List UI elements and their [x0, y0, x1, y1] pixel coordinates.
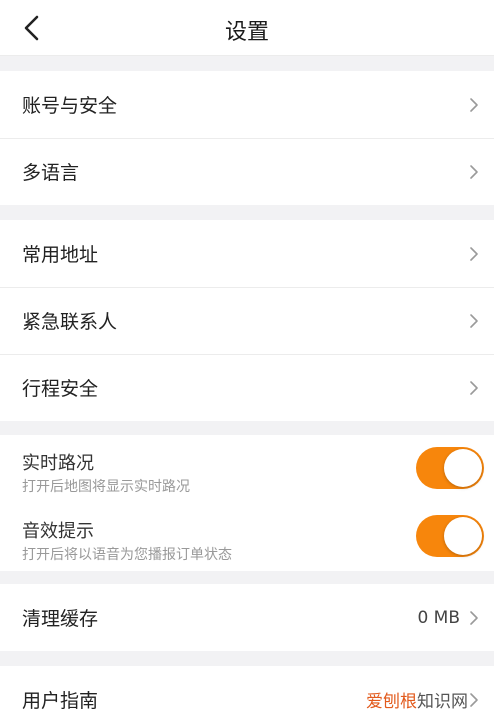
toggle-description: 打开后将以语音为您播报订单状态 [22, 547, 232, 563]
row-clear-cache[interactable]: 清理缓存 0 MB [0, 584, 494, 651]
chevron-right-icon [466, 244, 482, 264]
row-label: 账号与安全 [22, 95, 118, 117]
row-trip-safety[interactable]: 行程安全 [0, 354, 494, 421]
row-label: 用户指南 [22, 690, 99, 712]
settings-group-safety: 常用地址 紧急联系人 行程安全 [0, 220, 494, 421]
chevron-right-icon [466, 378, 482, 398]
chevron-right-icon [466, 95, 482, 115]
row-common-address[interactable]: 常用地址 [0, 220, 494, 287]
row-label: 常用地址 [22, 244, 99, 266]
traffic-toggle-switch[interactable] [416, 447, 484, 489]
row-label: 紧急联系人 [22, 311, 118, 333]
watermark-text: 爱刨根知识网 [366, 692, 468, 712]
settings-group-toggles: 实时路况 打开后地图将显示实时路况 音效提示 打开后将以语音为您播报订单状态 [0, 435, 494, 571]
row-label: 清理缓存 [22, 608, 99, 630]
page-title: 设置 [224, 20, 269, 45]
sound-toggle-switch[interactable] [416, 515, 484, 557]
cache-size-value: 0 MB [417, 607, 460, 628]
row-label: 多语言 [22, 162, 80, 184]
row-emergency-contact[interactable]: 紧急联系人 [0, 287, 494, 354]
toggle-label: 实时路况 [22, 453, 94, 474]
chevron-right-icon [466, 162, 482, 182]
switch-knob [444, 517, 482, 555]
settings-group-guide: 用户指南 爱刨根知识网 [0, 666, 494, 720]
settings-group-account: 账号与安全 多语言 [0, 71, 494, 205]
toggle-label: 音效提示 [22, 521, 94, 542]
chevron-right-icon [466, 608, 482, 628]
chevron-right-icon [466, 690, 482, 710]
settings-group-cache: 清理缓存 0 MB [0, 584, 494, 651]
row-label: 行程安全 [22, 378, 99, 400]
row-account-security[interactable]: 账号与安全 [0, 71, 494, 138]
toggle-description: 打开后地图将显示实时路况 [22, 479, 190, 495]
switch-knob [444, 449, 482, 487]
chevron-right-icon [466, 311, 482, 331]
toggle-row-sound: 音效提示 打开后将以语音为您播报订单状态 [0, 503, 494, 571]
top-bar: 设置 [0, 0, 494, 56]
row-language[interactable]: 多语言 [0, 138, 494, 205]
toggle-row-traffic: 实时路况 打开后地图将显示实时路况 [0, 435, 494, 503]
row-user-guide[interactable]: 用户指南 爱刨根知识网 [0, 666, 494, 720]
